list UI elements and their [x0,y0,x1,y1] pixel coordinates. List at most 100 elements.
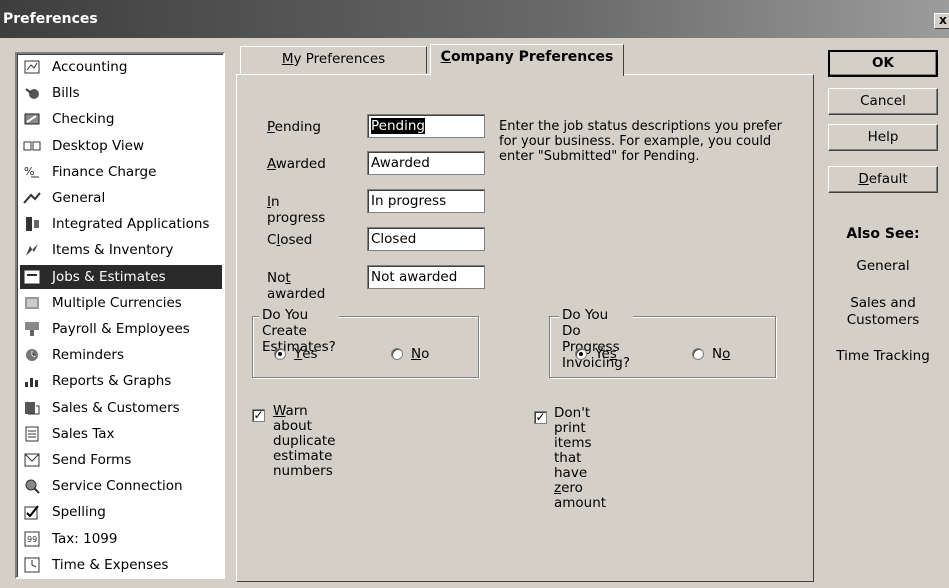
not-awarded-input[interactable]: Not awarded [367,265,485,289]
estimates-no-radio[interactable]: No [391,346,429,362]
dont-print-zero-checkbox[interactable]: ✓ [534,411,547,424]
close-button[interactable]: x [934,13,949,29]
tax-icon: 99 [22,530,42,548]
progress-no-radio[interactable]: No [692,346,730,362]
radio-unselected-icon [692,348,704,360]
not-awarded-label: Not awarded [267,270,326,302]
in-progress-input[interactable]: In progress [367,189,485,213]
sidebar-item-label: Integrated Applications [52,216,210,233]
sidebar-item-label: General [52,190,106,206]
checkmark-icon: ✓ [253,408,264,422]
tab-my-preferences[interactable]: My Preferences [240,46,427,74]
pending-label: Pending [267,119,321,135]
integrated-apps-icon [22,215,42,233]
radio-selected-icon [575,348,587,360]
sidebar-item[interactable]: Payroll & Employees [20,317,222,341]
preferences-category-list[interactable]: Accounting Bills Checking Desktop View% Fina… [15,52,225,579]
radio-unselected-icon [391,348,403,360]
sidebar-item[interactable]: Send Forms [20,448,222,472]
sidebar-item[interactable]: Reminders [20,343,222,367]
items-inventory-icon [22,241,42,259]
sidebar-item[interactable]: Items & Inventory [20,238,222,262]
awarded-label: Awarded [267,156,326,172]
sidebar-item[interactable]: Integrated Applications [20,212,222,236]
ok-button[interactable]: OK [828,50,938,77]
tab-my-preferences-accel: M [281,51,294,67]
sidebar-item-label: Time & Expenses [52,556,169,573]
reminders-icon [22,346,42,364]
sidebar-item-label: Tax: 1099 [52,530,118,547]
also-see-sales-customers-link[interactable]: Sales and Customers [818,295,948,329]
sidebar-item-label: Items & Inventory [52,242,174,259]
estimates-yes-radio[interactable]: Yes [274,346,318,362]
checkmark-icon: ✓ [535,410,546,424]
job-status-help-text: Enter the job status descriptions you pr… [499,119,782,164]
bills-icon [22,84,42,102]
sidebar-item[interactable]: Bills [20,81,222,105]
tab-my-preferences-label: y Preferences [293,51,386,67]
accounting-icon [22,58,42,76]
sidebar-item[interactable]: Desktop View [20,134,222,158]
time-expenses-icon [22,556,42,574]
sidebar-item[interactable]: Time & Expenses [20,553,222,577]
svg-text:%: % [24,165,34,178]
payroll-icon [22,320,42,338]
sidebar-item-label: Finance Charge [52,163,157,180]
sidebar-item[interactable]: Sales & Customers [20,396,222,420]
sidebar-item[interactable]: 99 Tax: 1099 [20,527,222,551]
sidebar-item-label: Payroll & Employees [52,321,190,337]
sidebar-item-label: Sales Tax [52,425,115,442]
also-see-time-tracking-link[interactable]: Time Tracking [818,348,948,365]
pending-input[interactable]: Pending [367,114,485,138]
sidebar-item[interactable]: Multiple Currencies [20,291,222,315]
sidebar-item[interactable]: Accounting [20,55,222,79]
sidebar-item-label: Desktop View [52,137,145,154]
warn-duplicate-checkbox[interactable]: ✓ [252,409,265,422]
svg-text:99: 99 [27,535,37,544]
sidebar-item[interactable]: Jobs & Estimates [20,264,222,289]
sidebar-item[interactable]: Checking [20,107,222,131]
progress-yes-radio[interactable]: Ye s [575,346,617,362]
sidebar-item-label: Sales & Customers [52,399,180,416]
sidebar-item[interactable]: General [20,186,222,210]
sidebar-item[interactable]: Reports & Graphs [20,369,222,393]
radio-selected-icon [274,348,286,360]
window-title: Preferences [3,11,98,27]
title-bar: Preferences x [0,0,949,38]
closed-label: Closed [267,232,313,248]
awarded-input[interactable]: Awarded [367,151,485,175]
spelling-icon [22,503,42,521]
also-see-general-link[interactable]: General [818,258,948,275]
desktop-view-icon [22,137,42,155]
jobs-estimates-icon [22,268,42,286]
sidebar-item-label: Reports & Graphs [52,373,172,390]
finance-charge-icon: % [22,163,42,181]
in-progress-label: In progress [267,194,326,226]
also-see-title: Also See: [846,226,920,242]
sidebar-item-label: Checking [52,111,115,128]
tab-company-preferences-accel: C [440,49,451,65]
sidebar-item[interactable]: Spelling [20,500,222,524]
general-icon [22,189,42,207]
help-button[interactable]: Help [828,124,938,151]
sales-tax-icon [22,425,42,443]
reports-icon [22,372,42,390]
service-connection-icon [22,477,42,495]
dont-print-zero-label: Don't print items that have zero amount [554,405,607,511]
default-button[interactable]: Default [828,166,938,193]
tab-company-preferences[interactable]: Company Preferences [430,44,624,76]
sidebar-item-label: Service Connection [52,478,183,495]
checking-icon [22,110,42,128]
sidebar-item-label: Reminders [52,347,124,364]
sidebar-item[interactable]: Sales Tax [20,422,222,446]
closed-input[interactable]: Closed [367,227,485,251]
sidebar-item[interactable]: % Finance Charge [20,160,222,184]
currencies-icon [22,294,42,312]
sidebar-item-label: Jobs & Estimates [52,268,166,285]
send-forms-icon [22,451,42,469]
cancel-button[interactable]: Cancel [828,88,938,115]
sidebar-item-label: Spelling [52,504,106,521]
sidebar-item-label: Bills [52,85,80,102]
sidebar-item-label: Multiple Currencies [52,294,182,311]
sidebar-item[interactable]: Service Connection [20,474,222,498]
